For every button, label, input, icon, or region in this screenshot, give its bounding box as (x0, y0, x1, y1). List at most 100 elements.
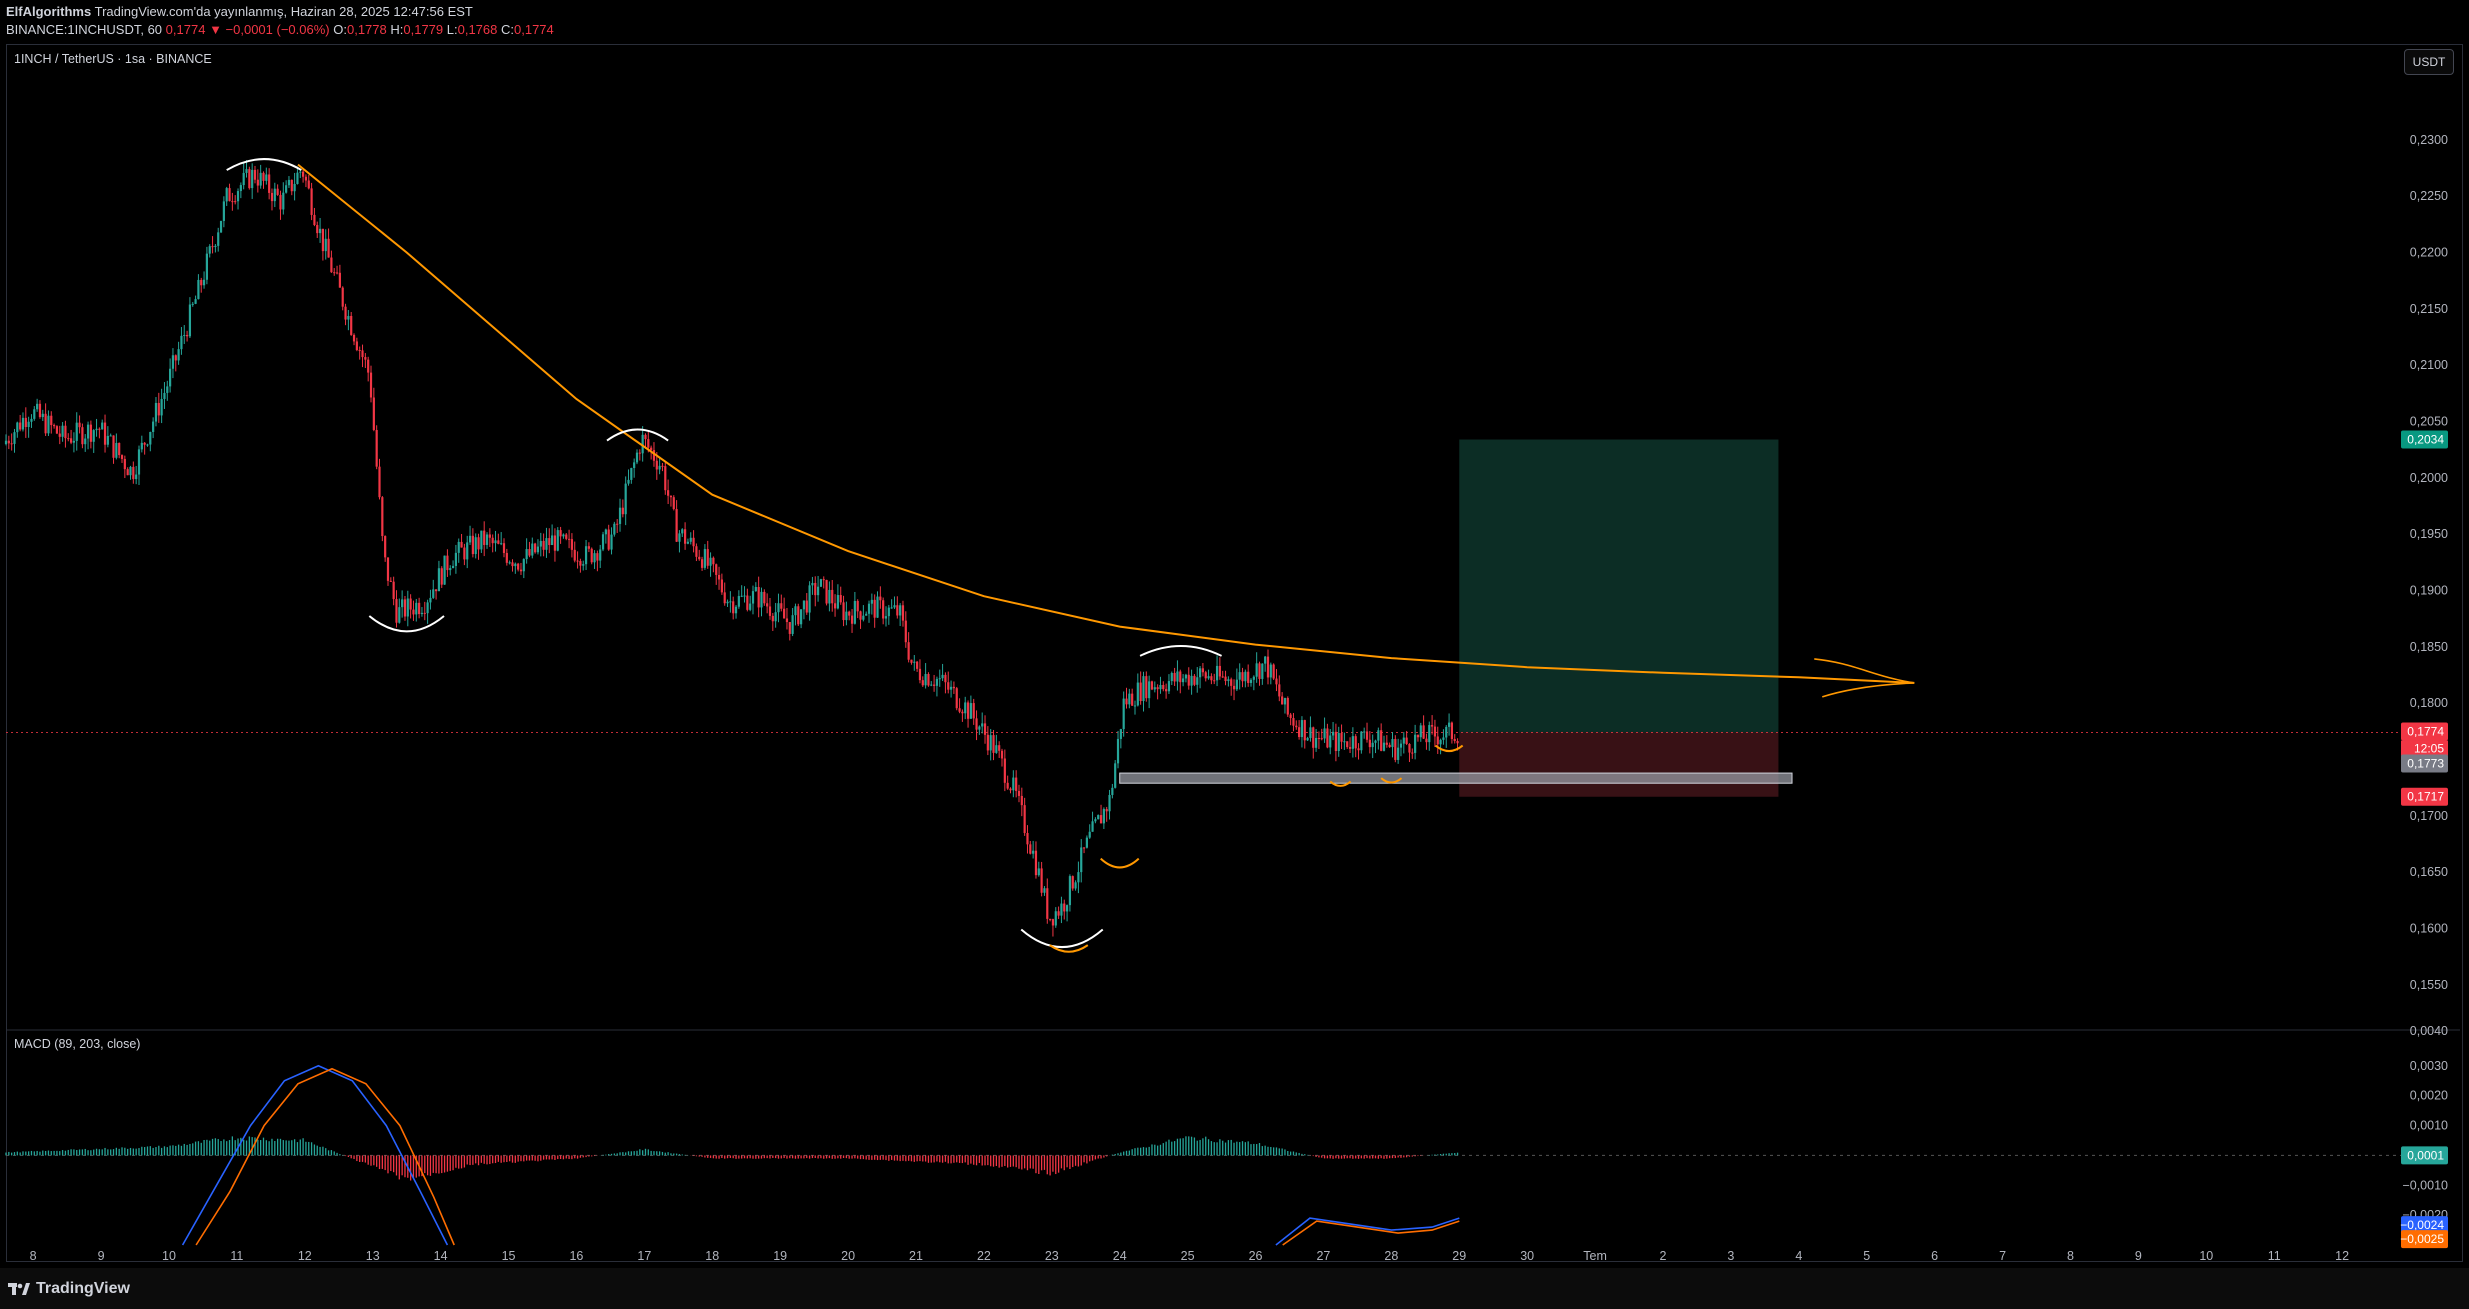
candle-body (816, 586, 820, 596)
candle-body (1201, 668, 1205, 673)
candle-body (19, 422, 22, 430)
candle-body (785, 618, 789, 623)
candle-body (553, 535, 557, 551)
candle-body (1032, 850, 1035, 854)
candle-body (842, 602, 845, 621)
candle-body (143, 442, 146, 445)
candle-body (1425, 738, 1428, 743)
currency-button[interactable]: USDT (2404, 49, 2454, 75)
candle-body (268, 174, 271, 193)
candle-body (287, 179, 291, 186)
candle-body (1408, 744, 1411, 753)
candle-body (1150, 681, 1154, 690)
candle-body (72, 440, 76, 443)
candle-body (604, 529, 607, 535)
candle-body (285, 185, 288, 193)
candle-body (1071, 876, 1074, 889)
candle-body (36, 403, 39, 410)
candle-body (234, 201, 237, 203)
candle-body (1272, 664, 1275, 679)
candle-body (1020, 795, 1023, 806)
candle-body (132, 466, 135, 480)
candle-body (746, 595, 749, 610)
candle-body (1037, 868, 1040, 876)
time-tick-label: 19 (773, 1249, 787, 1263)
candle-body (630, 468, 633, 480)
time-tick-label: 11 (230, 1249, 243, 1263)
candle-body (836, 595, 839, 609)
candle-body (386, 557, 390, 581)
candle-body (700, 559, 704, 568)
candle-body (1249, 679, 1253, 683)
candle-body (587, 546, 590, 549)
time-tick-label: 11 (2268, 1249, 2281, 1263)
candle-body (1133, 705, 1137, 707)
time-tick-label: 7 (1999, 1249, 2006, 1263)
time-tick-label: 9 (98, 1249, 105, 1263)
time-tick-label: 10 (162, 1249, 176, 1263)
candle-body (101, 422, 104, 430)
time-tick-label: 28 (1384, 1249, 1398, 1263)
candle-body (811, 582, 814, 586)
candle-body (185, 334, 189, 337)
candle-body (726, 601, 729, 604)
candle-body (1063, 903, 1066, 912)
candle-body (1131, 693, 1134, 706)
tradingview-logo[interactable]: TradingView (8, 1280, 130, 1298)
candle-body (910, 659, 913, 663)
candle-body (1006, 782, 1009, 789)
macd-tick-label: 0,0010 (2410, 1119, 2448, 1133)
candle-body (1303, 720, 1306, 741)
candle-body (324, 238, 327, 252)
candle-body (47, 415, 50, 434)
candle-body (867, 603, 871, 614)
candle-body (825, 579, 828, 604)
candle-body (692, 537, 695, 547)
macd-title[interactable]: MACD (89, 203, close) (14, 1037, 140, 1051)
swing-arc-white (368, 615, 445, 633)
macd-hist-badge: 0,0001 (2407, 1148, 2444, 1162)
candle-body (1252, 676, 1255, 680)
candle-body (661, 465, 664, 467)
candle-body (211, 246, 214, 248)
candle-body (321, 228, 325, 252)
stop-zone (1459, 732, 1779, 797)
candle-body (115, 442, 118, 458)
candle-body (205, 253, 208, 280)
candle-body (1402, 737, 1405, 744)
stop-price-badge: 0,1717 (2407, 790, 2444, 804)
candle-body (1088, 831, 1091, 838)
candle-body (635, 452, 639, 463)
price-tick-label: 0,1900 (2410, 584, 2448, 598)
candle-body (1340, 733, 1343, 742)
candle-body (876, 596, 879, 618)
last-price-badge: 0,1774 (2407, 725, 2444, 739)
candle-body (729, 601, 732, 603)
candle-body (618, 507, 622, 524)
chart-canvas[interactable]: 0,2300 0,2250 0,2200 0,2150 0,2100 0,2050 0,20… (0, 0, 2469, 1268)
candle-body (890, 607, 893, 609)
candle-body (899, 605, 902, 616)
candle-body (432, 589, 435, 598)
candle-body (1292, 718, 1295, 726)
candle-body (647, 439, 650, 448)
candle-body (262, 172, 265, 181)
candle-body (401, 599, 404, 608)
candle-body (1312, 727, 1315, 748)
candle-body (381, 497, 384, 537)
candle-body (1348, 747, 1352, 749)
candle-body (1436, 736, 1439, 745)
candle-body (378, 466, 381, 498)
candle-body (717, 574, 721, 580)
candle-body (896, 605, 899, 616)
candle-body (1261, 663, 1264, 679)
time-tick-label: 13 (366, 1249, 380, 1263)
candle-body (1442, 737, 1445, 740)
candle-body (567, 538, 571, 540)
candle-body (1215, 665, 1219, 681)
candle-body (1227, 679, 1230, 682)
candle-body (344, 306, 347, 320)
candle-body (1224, 676, 1227, 682)
candle-body (55, 426, 59, 434)
candle-body (505, 552, 508, 563)
